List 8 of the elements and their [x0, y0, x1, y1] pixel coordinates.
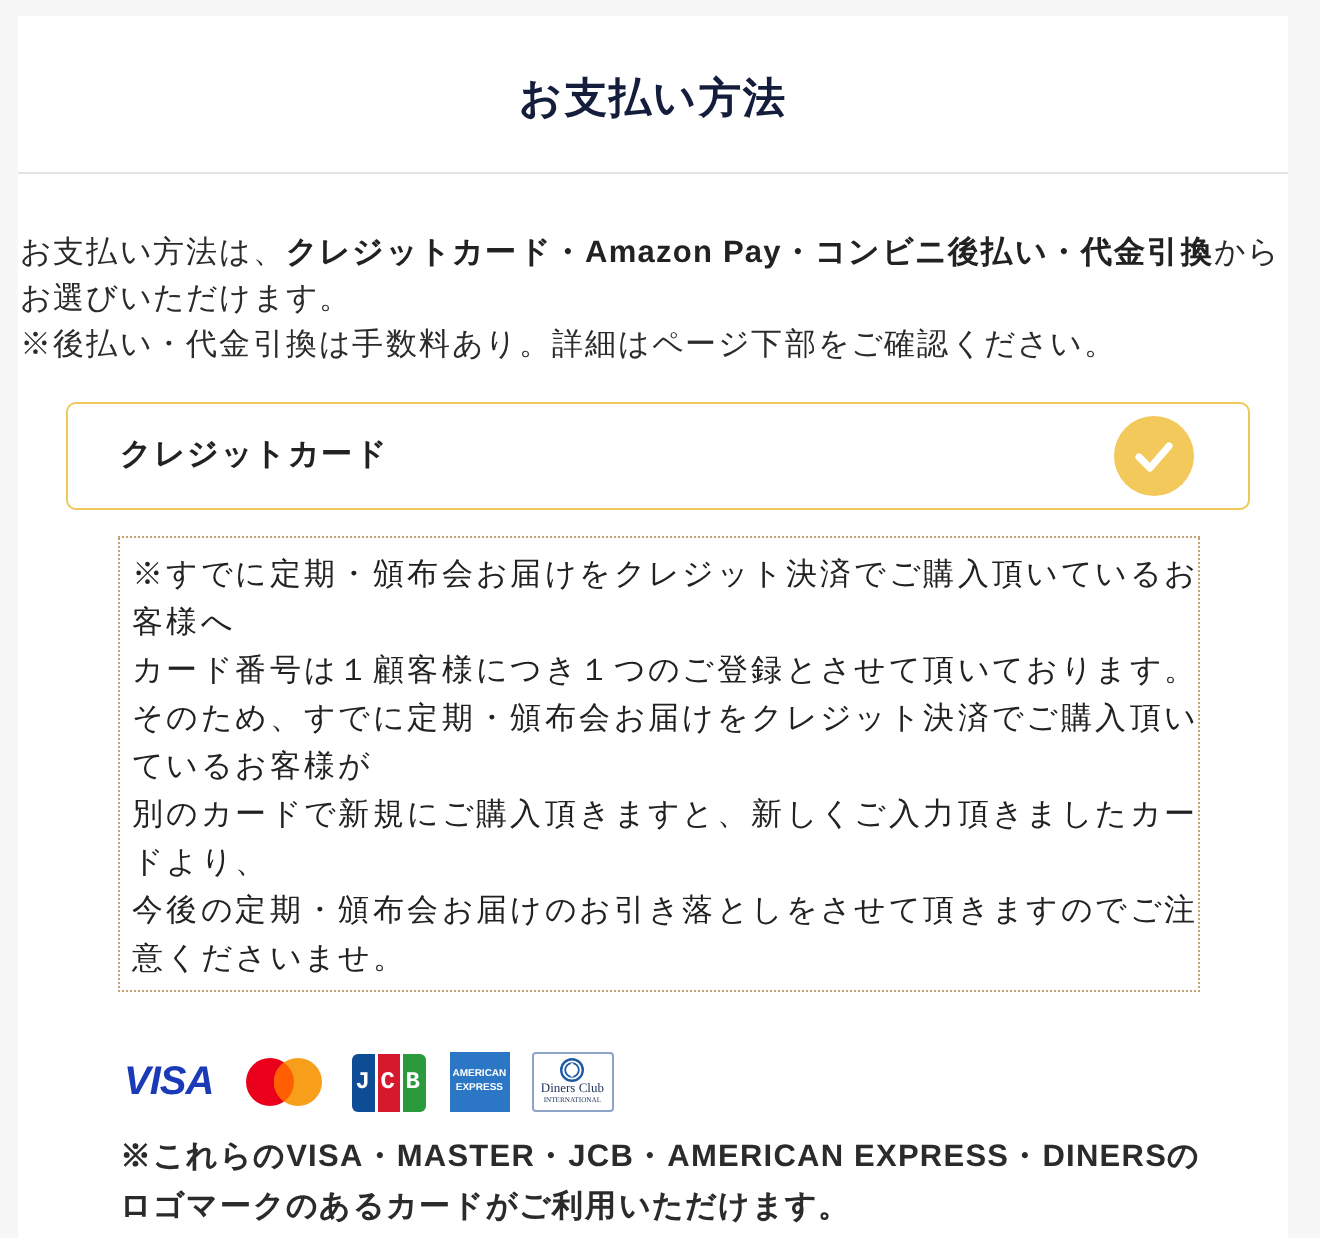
payment-option[interactable]: クレジットカード	[66, 402, 1250, 510]
split-circle-icon	[560, 1058, 585, 1083]
check-icon	[1114, 416, 1194, 496]
intro-text: お支払い方法は、クレジットカード・Amazon Pay・コンビニ後払い・代金引換から お選びいただけます。 ※後払い・代金引換は手数料あり。詳細はページ下部をご確認ください。	[20, 234, 1283, 366]
mastercard-icon	[245, 1058, 322, 1106]
card-brands-note: ※これらのVISA・MASTER・JCB・AMERICAN EXPRESS・DINERSの ロゴマークのあるカードがご利用いただけます。	[120, 1138, 1203, 1228]
page-title: お支払い方法	[518, 73, 788, 127]
visa-logo: VISA	[124, 1062, 214, 1102]
